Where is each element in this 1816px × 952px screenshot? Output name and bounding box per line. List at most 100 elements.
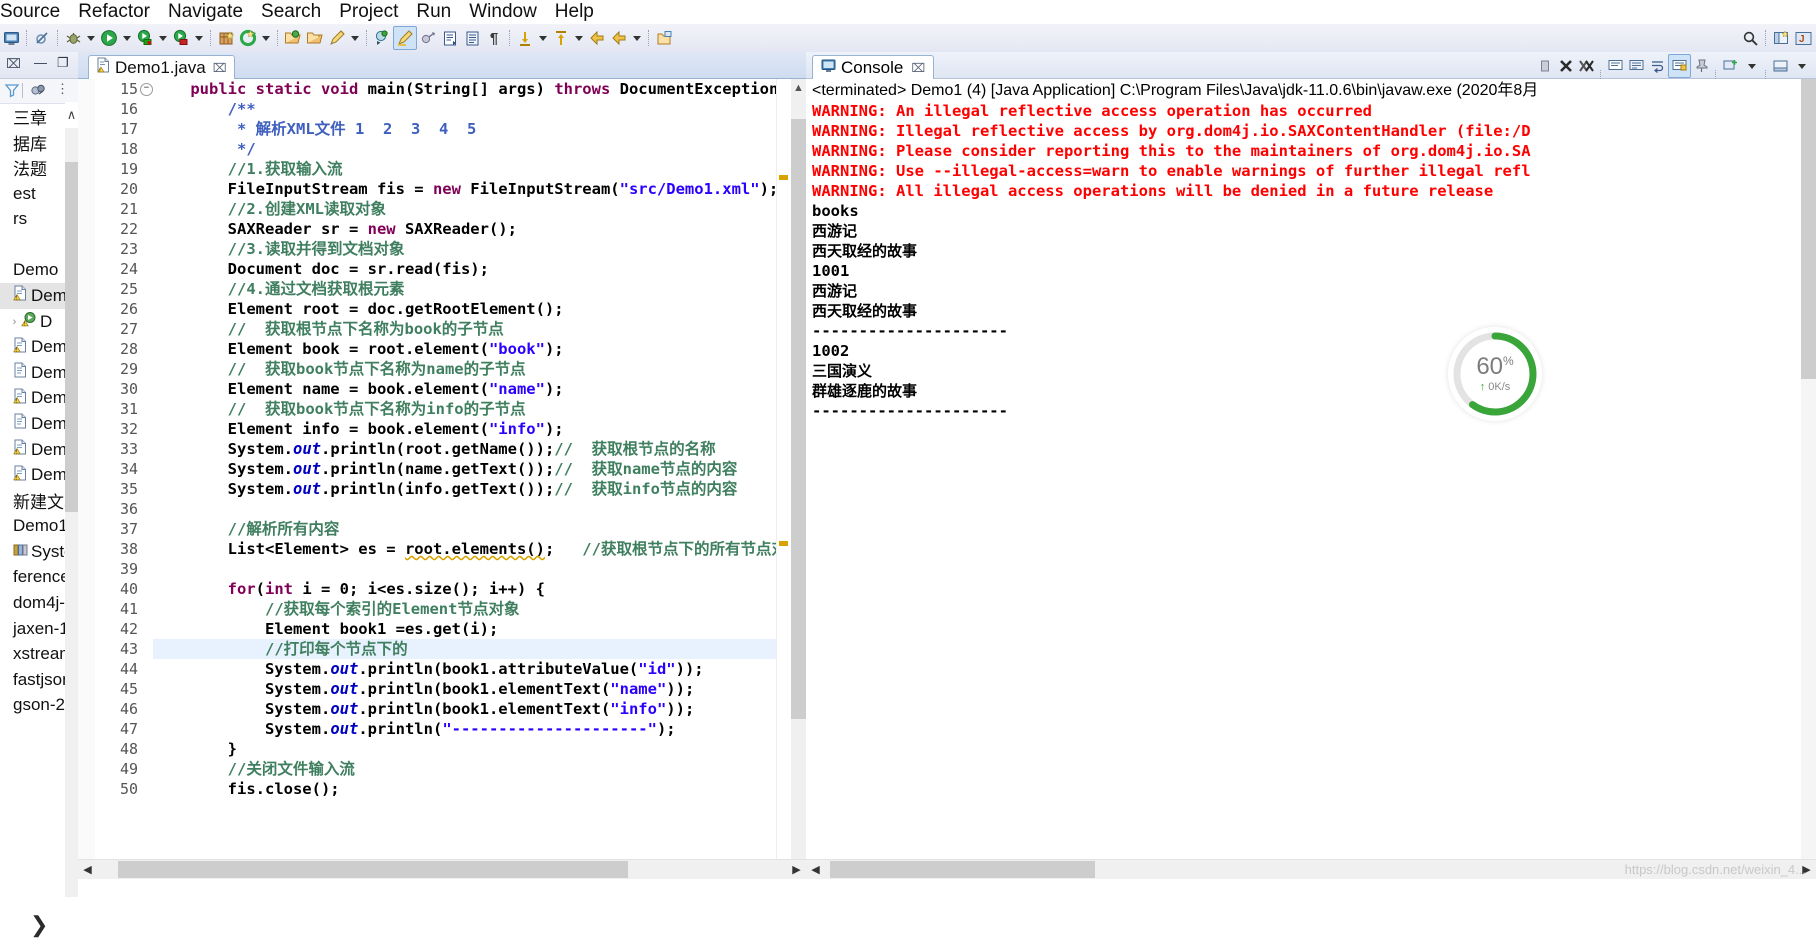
debug-dropdown-icon[interactable] (84, 26, 98, 50)
tab-console[interactable]: Console ⌧ (812, 55, 935, 79)
open-type-icon[interactable] (282, 26, 304, 50)
code-line[interactable]: System.out.println(book1.elementText("na… (153, 679, 777, 699)
console-dropdown-icon[interactable] (1741, 55, 1762, 77)
code-line[interactable] (153, 499, 777, 519)
scroll-left-icon[interactable]: ◀ (78, 860, 97, 879)
menu-item-source[interactable]: Source (0, 0, 69, 24)
code-line[interactable]: public static void main(String[] args) t… (153, 79, 777, 99)
refresh-dropdown-icon[interactable] (259, 26, 273, 50)
menu-item-search[interactable]: Search (252, 0, 330, 24)
edit-dropdown-icon[interactable] (348, 26, 362, 50)
code-line[interactable]: List<Element> es = root.elements(); //获取… (153, 539, 777, 559)
quick-access-search-icon[interactable] (1739, 26, 1761, 50)
coverage-dropdown-icon[interactable] (192, 26, 206, 50)
code-line[interactable]: FileInputStream fis = new FileInputStrea… (153, 179, 777, 199)
scrollbar-thumb[interactable] (1801, 79, 1816, 379)
menu-item-help[interactable]: Help (546, 0, 603, 24)
word-wrap-icon[interactable] (1647, 55, 1668, 77)
open-console-icon[interactable] (1626, 55, 1647, 77)
warning-marker[interactable] (779, 541, 788, 546)
scroll-up-icon[interactable]: ▲ (791, 79, 806, 96)
close-icon[interactable]: ⌧ (911, 61, 925, 75)
new-console-view-icon[interactable] (1720, 55, 1741, 77)
new-wizard-icon[interactable] (0, 26, 22, 50)
run-icon[interactable] (98, 26, 120, 50)
minimize-icon[interactable] (1770, 55, 1791, 77)
forward-dropdown-icon[interactable] (630, 26, 644, 50)
menu-item-window[interactable]: Window (460, 0, 546, 24)
code-line[interactable]: System.out.println(book1.elementText("in… (153, 699, 777, 719)
highlight-icon[interactable] (393, 26, 417, 50)
code-line[interactable]: //1.获取输入流 (153, 159, 777, 179)
edit-icon[interactable] (326, 26, 348, 50)
explorer-scrollbar[interactable]: ∧ (65, 102, 78, 897)
code-line[interactable]: System.out.println(name.getText());// 获取… (153, 459, 777, 479)
editor-vertical-scrollbar[interactable]: ▲ ▼ (791, 79, 806, 879)
code-line[interactable]: //2.创建XML读取对象 (153, 199, 777, 219)
code-line[interactable]: Element book1 =es.get(i); (153, 619, 777, 639)
editor-code-area[interactable]: public static void main(String[] args) t… (153, 79, 777, 879)
code-line[interactable]: for(int i = 0; i<es.size(); i++) { (153, 579, 777, 599)
new-java-package-icon[interactable] (215, 26, 237, 50)
warning-marker[interactable] (779, 175, 788, 180)
code-line[interactable]: //3.读取并得到文档对象 (153, 239, 777, 259)
menu-item-project[interactable]: Project (330, 0, 407, 24)
view-menu-icon[interactable]: ⋮ (56, 81, 69, 97)
search-reference-icon[interactable] (371, 26, 393, 50)
run-dropdown-icon[interactable] (120, 26, 134, 50)
external-tools-dropdown-icon[interactable] (156, 26, 170, 50)
code-line[interactable]: Document doc = sr.read(fis); (153, 259, 777, 279)
code-line[interactable]: System.out.println(info.getText());// 获取… (153, 479, 777, 499)
menu-item-navigate[interactable]: Navigate (159, 0, 252, 24)
scrollbar-thumb[interactable] (791, 119, 806, 719)
skip-breakpoints-icon[interactable] (31, 26, 53, 50)
scroll-lock-icon[interactable] (1668, 54, 1691, 78)
fold-toggle-icon[interactable]: − (140, 83, 153, 96)
next-edit-dropdown-icon[interactable] (536, 26, 550, 50)
scroll-left-icon[interactable]: ◀ (806, 860, 825, 879)
pin-console-icon[interactable] (1691, 55, 1712, 77)
network-speed-widget[interactable]: 60% ↑ 0K/s (1448, 327, 1542, 421)
code-line[interactable]: Element root = doc.getRootElement(); (153, 299, 777, 319)
clear-console-icon[interactable] (1534, 55, 1555, 77)
link-icon[interactable] (417, 26, 439, 50)
back-icon[interactable] (586, 26, 608, 50)
code-line[interactable]: //4.通过文档获取根元素 (153, 279, 777, 299)
scrollbar-thumb[interactable] (830, 861, 1095, 878)
code-line[interactable]: //解析所有内容 (153, 519, 777, 539)
code-line[interactable]: //获取每个索引的Element节点对象 (153, 599, 777, 619)
code-line[interactable]: */ (153, 139, 777, 159)
display-selected-console-icon[interactable] (1605, 55, 1626, 77)
console-vertical-scrollbar[interactable] (1801, 79, 1816, 879)
previous-edit-location-icon[interactable] (550, 26, 572, 50)
maximize-icon[interactable]: ❐ (57, 55, 69, 71)
java-perspective-icon[interactable]: J (1792, 26, 1814, 50)
remove-all-terminated-icon[interactable] (1576, 55, 1597, 77)
terminate-icon[interactable] (1555, 55, 1576, 77)
close-icon[interactable]: ⌧ (213, 61, 227, 75)
pilcrow-icon[interactable]: ¶ (483, 26, 505, 50)
tab-demo1-java[interactable]: ! Demo1.java ⌧ (88, 55, 235, 79)
menu-item-refactor[interactable]: Refactor (69, 0, 159, 24)
code-line[interactable]: // 获取book节点下名称为name的子节点 (153, 359, 777, 379)
code-line[interactable]: Element book = root.element("book"); (153, 339, 777, 359)
code-line[interactable]: /** (153, 99, 777, 119)
editor-annotation-gutter[interactable] (78, 79, 96, 879)
open-perspective-icon[interactable] (1770, 26, 1792, 50)
debug-icon[interactable] (62, 26, 84, 50)
maximize-icon[interactable] (1791, 55, 1812, 77)
code-line[interactable]: SAXReader sr = new SAXReader(); (153, 219, 777, 239)
code-line[interactable]: fis.close(); (153, 779, 777, 799)
code-line[interactable]: Element info = book.element("info"); (153, 419, 777, 439)
code-line[interactable]: //打印每个节点下的 (153, 639, 777, 659)
filter-icon[interactable] (4, 82, 20, 102)
forward-icon[interactable] (608, 26, 630, 50)
minimize-icon[interactable]: — (34, 55, 47, 70)
scroll-up-icon[interactable]: ∧ (65, 102, 78, 128)
code-line[interactable]: System.out.println("--------------------… (153, 719, 777, 739)
open-resource-icon[interactable] (304, 26, 326, 50)
code-line[interactable]: //关闭文件输入流 (153, 759, 777, 779)
code-line[interactable]: System.out.println(root.getName());// 获取… (153, 439, 777, 459)
editor-overview-ruler[interactable] (776, 79, 791, 879)
coverage-icon[interactable] (170, 26, 192, 50)
